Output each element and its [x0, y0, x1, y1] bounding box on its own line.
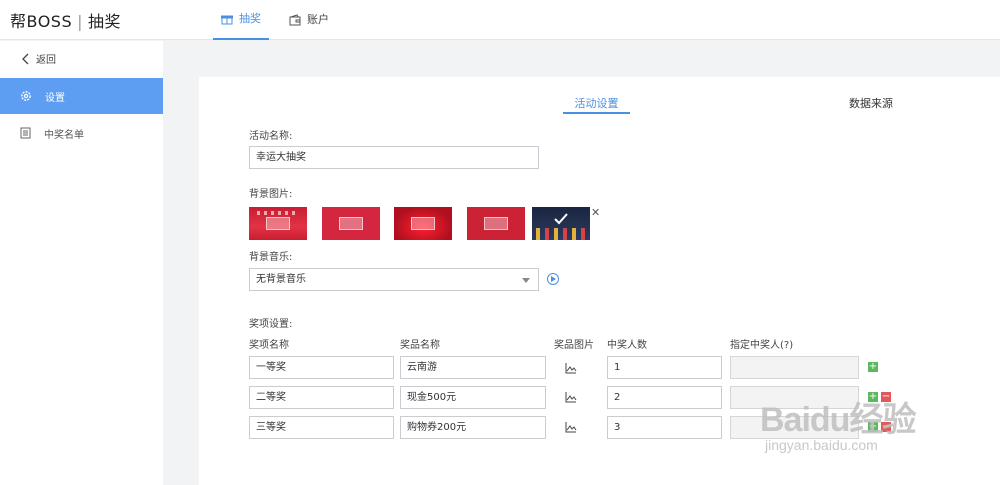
header-winner-count: 中奖人数: [607, 340, 647, 351]
back-label: 返回: [36, 55, 56, 66]
back-link[interactable]: 返回: [22, 51, 56, 66]
prize-level-field[interactable]: 一等奖: [249, 356, 394, 379]
tab-account[interactable]: 账户: [289, 0, 329, 40]
watermark-logo: Baidu经验: [760, 401, 916, 439]
prize-name-field[interactable]: 现金500元: [400, 386, 546, 409]
background-image-label: 背景图片:: [249, 189, 293, 200]
gear-icon: [21, 91, 31, 101]
tab-lottery[interactable]: 抽奖: [213, 0, 269, 40]
brand-separator: |: [77, 12, 83, 31]
image-icon[interactable]: [565, 421, 577, 433]
header-prize-level: 奖项名称: [249, 340, 289, 351]
background-thumbnail[interactable]: [467, 207, 525, 240]
play-icon[interactable]: [547, 273, 559, 285]
background-thumbnail[interactable]: [394, 207, 452, 240]
background-thumbnail-selected[interactable]: [532, 207, 590, 240]
tab-account-label: 账户: [307, 13, 329, 26]
chevron-left-icon: [22, 53, 29, 64]
activity-name-field[interactable]: 幸运大抽奖: [249, 146, 539, 169]
gift-icon: [221, 15, 233, 25]
watermark-url: jingyan.baidu.com: [765, 437, 878, 453]
winner-count-field[interactable]: 3: [607, 416, 722, 439]
header-designated-winners: 指定中奖人(?): [730, 340, 794, 351]
check-icon: [554, 213, 568, 225]
header-prize-image: 奖品图片: [554, 340, 594, 351]
background-thumbnail[interactable]: [322, 207, 380, 240]
image-icon[interactable]: [565, 362, 577, 374]
background-thumbnail[interactable]: [249, 207, 307, 240]
top-bar: 帮BOSS | 抽奖 抽奖 账户: [0, 0, 1000, 40]
sidebar-item-label: 设置: [45, 92, 65, 104]
winner-count-field[interactable]: 1: [607, 356, 722, 379]
background-music-value: 无背景音乐: [256, 274, 306, 285]
list-icon: [20, 127, 31, 139]
brand-section: 抽奖: [88, 12, 122, 31]
caret-down-icon: [522, 278, 530, 283]
active-tab-indicator: [563, 112, 630, 114]
prize-level-field[interactable]: 三等奖: [249, 416, 394, 439]
brand-name: 帮BOSS: [10, 12, 73, 31]
tab-activity-settings[interactable]: 活动设置: [563, 95, 630, 111]
close-icon[interactable]: ✕: [591, 206, 600, 219]
brand-title: 帮BOSS | 抽奖: [10, 8, 121, 32]
background-music-select[interactable]: 无背景音乐: [249, 268, 539, 291]
sidebar-item-settings[interactable]: 设置: [0, 78, 163, 114]
sidebar-item-winners[interactable]: 中奖名单: [0, 115, 163, 151]
tab-lottery-label: 抽奖: [239, 12, 261, 25]
wallet-icon: [289, 14, 301, 26]
background-music-label: 背景音乐:: [249, 252, 293, 263]
prize-settings-label: 奖项设置:: [249, 319, 293, 330]
tab-data-source[interactable]: 数据来源: [849, 95, 893, 111]
sidebar-item-label: 中奖名单: [44, 129, 84, 141]
activity-name-label: 活动名称:: [249, 131, 293, 142]
image-icon[interactable]: [565, 391, 577, 403]
designated-winners-field[interactable]: [730, 356, 859, 379]
header-prize-name: 奖品名称: [400, 340, 440, 351]
add-row-button[interactable]: +: [868, 362, 878, 372]
baidu-watermark: Baidu经验 jingyan.baidu.com: [760, 392, 916, 453]
winner-count-field[interactable]: 2: [607, 386, 722, 409]
prize-name-field[interactable]: 购物券200元: [400, 416, 546, 439]
prize-name-field[interactable]: 云南游: [400, 356, 546, 379]
prize-level-field[interactable]: 二等奖: [249, 386, 394, 409]
sidebar: 返回 设置 中奖名单: [0, 41, 163, 485]
